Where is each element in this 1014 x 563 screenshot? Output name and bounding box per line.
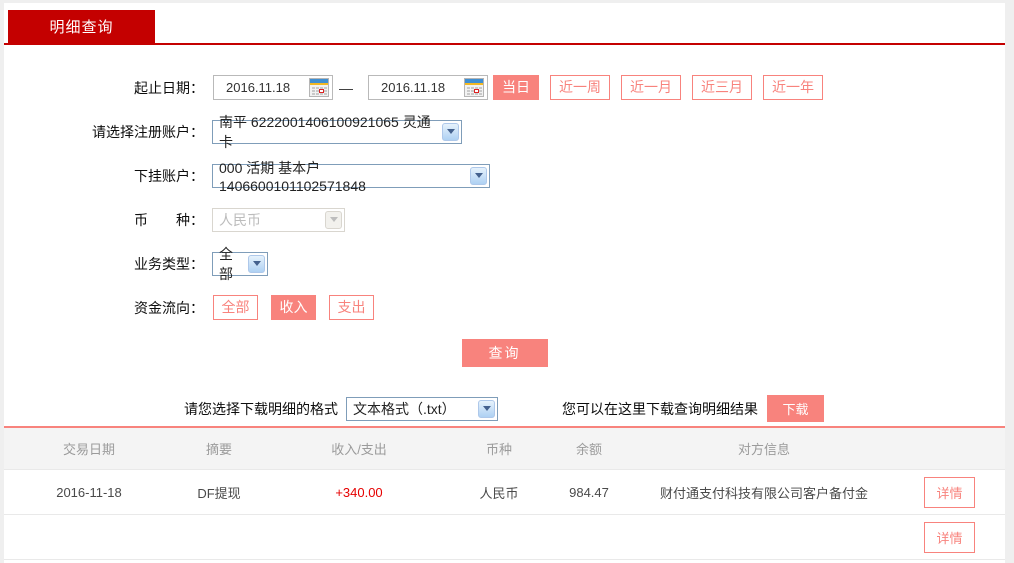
cell-balance: 984.47: [569, 484, 609, 500]
content-panel: 明细查询 起止日期： 2016.11.18 — 2016.11.18 当日 近一…: [4, 3, 1005, 563]
header-counterparty: 对方信息: [737, 442, 790, 457]
business-type-value: 全部: [219, 245, 233, 282]
chevron-down-icon: [470, 166, 487, 185]
quick-range-today-button[interactable]: 当日: [493, 75, 539, 100]
calendar-icon[interactable]: [309, 78, 329, 97]
register-account-label: 请选择注册账户：: [92, 123, 204, 140]
header-trade-date: 交易日期: [62, 442, 115, 457]
cell-summary: DF提现: [197, 485, 241, 501]
header-currency: 币种: [485, 442, 512, 457]
currency-select: 人民币: [212, 207, 345, 232]
sub-account-value: 000 活期 基本户 1406600101102571848: [219, 159, 366, 194]
table-row: 2016-11-18 DF提现 +340.00 人民币 984.47 财付通支付…: [4, 470, 1005, 515]
chevron-down-icon: [248, 254, 265, 273]
header-balance: 余额: [575, 442, 602, 457]
header-income-expense: 收入/支出: [331, 442, 387, 457]
download-hint-text: 您可以在这里下载查询明细结果: [562, 400, 758, 417]
currency-value: 人民币: [219, 211, 261, 228]
currency-row: 币 种： 人民币: [4, 207, 1005, 232]
business-type-select[interactable]: 全部: [212, 246, 268, 282]
fund-flow-all-button[interactable]: 全部: [213, 295, 258, 320]
header-summary: 摘要: [205, 442, 232, 457]
fund-flow-label: 资金流向：: [134, 299, 204, 316]
download-format-value: 文本格式（.txt）: [353, 400, 456, 417]
tab-detail-query[interactable]: 明细查询: [8, 10, 155, 43]
fund-flow-row: 资金流向： 全部 收入 支出: [4, 295, 1005, 320]
cell-currency: 人民币: [479, 485, 519, 501]
register-account-select[interactable]: 南平 6222001406100921065 灵通卡: [212, 114, 462, 150]
end-date-input[interactable]: 2016.11.18: [368, 75, 488, 100]
quick-range-year-button[interactable]: 近一年: [763, 75, 823, 100]
download-row: 请您选择下载明细的格式 文本格式（.txt） 您可以在这里下载查询明细结果 下载: [4, 395, 1005, 422]
chevron-down-icon: [325, 210, 342, 229]
end-date-value: 2016.11.18: [381, 80, 446, 95]
cell-trade-date: 2016-11-18: [56, 484, 122, 500]
quick-range-quarter-button[interactable]: 近三月: [692, 75, 752, 100]
fund-flow-expense-button[interactable]: 支出: [329, 295, 374, 320]
cell-counterparty: 财付通支付科技有限公司客户备付金: [659, 485, 868, 501]
date-range-row: 起止日期： 2016.11.18 — 2016.11.18 当日 近一周 近一月…: [4, 75, 1005, 100]
table-row: 详情: [4, 515, 1005, 560]
sub-account-row: 下挂账户： 000 活期 基本户 1406600101102571848: [4, 160, 1005, 194]
download-button[interactable]: 下载: [767, 395, 824, 422]
fund-flow-income-button[interactable]: 收入: [271, 295, 316, 320]
chevron-down-icon: [478, 399, 495, 418]
download-format-label: 请您选择下载明细的格式: [184, 400, 338, 417]
sub-account-label: 下挂账户：: [134, 167, 204, 184]
date-separator: —: [339, 79, 353, 96]
query-button[interactable]: 查询: [461, 339, 548, 367]
start-date-value: 2016.11.18: [226, 80, 291, 95]
register-account-row: 请选择注册账户： 南平 6222001406100921065 灵通卡: [4, 114, 1005, 150]
business-type-label: 业务类型：: [134, 255, 204, 272]
query-form: 起止日期： 2016.11.18 — 2016.11.18 当日 近一周 近一月…: [4, 45, 1005, 422]
quick-range-month-button[interactable]: 近一月: [621, 75, 681, 100]
detail-button[interactable]: 详情: [924, 521, 975, 553]
quick-range-week-button[interactable]: 近一周: [550, 75, 610, 100]
chevron-down-icon: [442, 122, 459, 141]
detail-button[interactable]: 详情: [924, 476, 975, 508]
result-table: 交易日期 摘要 收入/支出 币种 余额 对方信息 2016-11-18 DF提现…: [4, 426, 1005, 560]
start-date-input[interactable]: 2016.11.18: [213, 75, 333, 100]
cell-amount: +340.00: [335, 484, 383, 500]
register-account-value: 南平 6222001406100921065 灵通卡: [219, 113, 431, 150]
calendar-icon[interactable]: [464, 78, 484, 97]
date-range-label: 起止日期：: [134, 79, 204, 96]
table-header-row: 交易日期 摘要 收入/支出 币种 余额 对方信息: [4, 428, 1005, 470]
tab-bar: 明细查询: [4, 3, 1005, 45]
sub-account-select[interactable]: 000 活期 基本户 1406600101102571848: [212, 160, 490, 194]
download-format-select[interactable]: 文本格式（.txt）: [346, 396, 498, 421]
currency-label: 币 种：: [134, 211, 204, 228]
business-type-row: 业务类型： 全部: [4, 246, 1005, 282]
